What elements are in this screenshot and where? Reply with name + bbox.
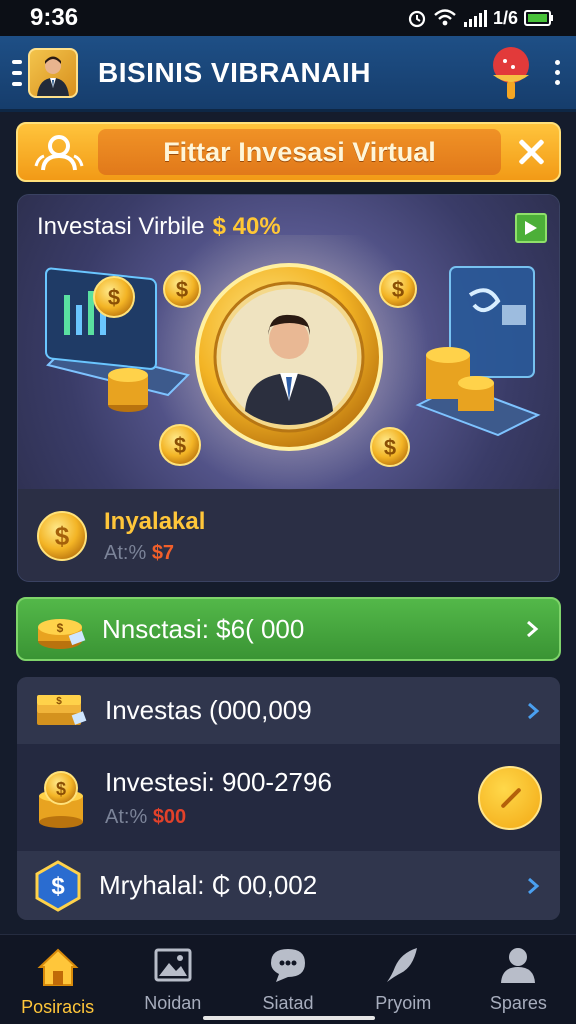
- wifi-icon: [434, 9, 456, 26]
- list-item-label: Mryhalal: ₵ 00,002: [99, 870, 318, 900]
- svg-text:$: $: [108, 285, 120, 310]
- chevron-right-icon: [528, 877, 540, 894]
- banner-label: Fittar Invesasi Virtual: [98, 129, 501, 175]
- ping-pong-icon[interactable]: [489, 45, 533, 101]
- primary-action-label: Nnsctasi: $6( 000: [102, 613, 305, 644]
- svg-text:$: $: [55, 521, 70, 551]
- nav-label: Posiracis: [21, 997, 95, 1017]
- nav-label: Spares: [489, 993, 547, 1013]
- list-item-meta: At:% $00: [105, 806, 478, 829]
- cash-stack-icon: $: [37, 694, 87, 725]
- svg-text:$: $: [392, 277, 404, 302]
- alarm-icon: [408, 10, 426, 28]
- hero-meta-value: $7: [151, 541, 175, 564]
- nav-item-gallery[interactable]: Noidan: [115, 935, 230, 1024]
- nav-label: Pryoim: [375, 993, 432, 1013]
- home-icon: [37, 948, 79, 986]
- central-coin-portrait: [195, 263, 383, 451]
- coin-stack-left: [108, 368, 148, 412]
- list-item[interactable]: $ Investas (000,009: [17, 677, 560, 744]
- list-item[interactable]: $ Mryhalal: ₵ 00,002: [17, 851, 560, 920]
- menu-icon[interactable]: [12, 59, 22, 86]
- hero-item-name: Inyalakal: [104, 507, 206, 535]
- nav-item-home[interactable]: Posiracis: [0, 935, 115, 1024]
- svg-text:$: $: [56, 696, 62, 707]
- svg-text:$: $: [174, 433, 186, 458]
- coin-stack-icon: $: [38, 619, 86, 649]
- svg-text:$: $: [56, 779, 66, 799]
- chevron-right-icon: [527, 620, 539, 638]
- coin-stack-icon: $: [39, 770, 83, 828]
- users-icon: [30, 130, 88, 174]
- home-indicator[interactable]: [203, 1016, 375, 1020]
- primary-investment-button[interactable]: $ Nnsctasi: $6( 000: [16, 597, 561, 661]
- virtual-investment-banner[interactable]: Fittar Invesasi Virtual: [16, 122, 561, 182]
- person-icon: [501, 948, 536, 983]
- svg-text:$: $: [384, 435, 396, 460]
- app-bar: BISINIS VIBRANAIH: [0, 36, 576, 112]
- close-icon[interactable]: [515, 136, 547, 168]
- signal-icon: [463, 10, 487, 27]
- status-time: 9:36: [30, 4, 79, 31]
- hero-item-meta: At:% $7: [104, 542, 205, 565]
- nav-item-chat[interactable]: Siatad: [230, 935, 345, 1024]
- list-meta-prefix: At:%: [105, 805, 148, 828]
- image-icon: [154, 948, 192, 982]
- nav-label: Noidan: [144, 993, 202, 1013]
- avatar[interactable]: [28, 47, 78, 98]
- svg-text:$: $: [51, 873, 65, 900]
- list-item-label: Investas (000,009: [105, 695, 312, 725]
- carrier-text: 1/6: [492, 7, 518, 28]
- app-title: BISINIS VIBRANAIH: [98, 56, 371, 88]
- list-meta-value: $00: [152, 805, 187, 828]
- svg-text:$: $: [176, 277, 188, 302]
- hero-summary: $ Inyalakal At:% $7: [18, 489, 559, 581]
- nav-label: Siatad: [262, 993, 314, 1013]
- chat-icon: [271, 949, 305, 982]
- feather-icon: [387, 948, 418, 982]
- status-icons: 1/6: [407, 8, 554, 29]
- investment-illustration: $ $ $ $ $: [45, 235, 541, 489]
- nav-item-feather[interactable]: Pryoim: [346, 935, 461, 1024]
- hero-meta-prefix: At:%: [104, 541, 147, 564]
- hero-card[interactable]: Investasi Virbile $ 40% $ $ $ $ $ $ Inya…: [17, 194, 560, 582]
- nav-item-profile[interactable]: Spares: [461, 935, 576, 1024]
- investment-list: $ Investas (000,009 $ Investesi: 900-279…: [17, 677, 560, 920]
- list-item[interactable]: $ Investesi: 900-2796 At:% $00: [17, 744, 560, 851]
- edit-action-button[interactable]: [478, 765, 542, 830]
- list-item-label: Investesi: 900-2796: [105, 766, 332, 797]
- battery-icon: [524, 10, 553, 26]
- svg-text:$: $: [57, 621, 64, 635]
- chevron-right-icon: [528, 702, 540, 719]
- dollar-shield-icon: $: [35, 859, 81, 912]
- bottom-navigation: Posiracis Noidan Siatad Pryoim Spares: [0, 934, 576, 1024]
- more-options-icon[interactable]: [555, 60, 560, 85]
- play-icon: [525, 221, 537, 235]
- status-bar: 9:36 1/6: [0, 0, 576, 36]
- dollar-coin-icon: $: [37, 511, 87, 561]
- hero-illustration-area: Investasi Virbile $ 40% $ $ $ $ $: [18, 195, 559, 489]
